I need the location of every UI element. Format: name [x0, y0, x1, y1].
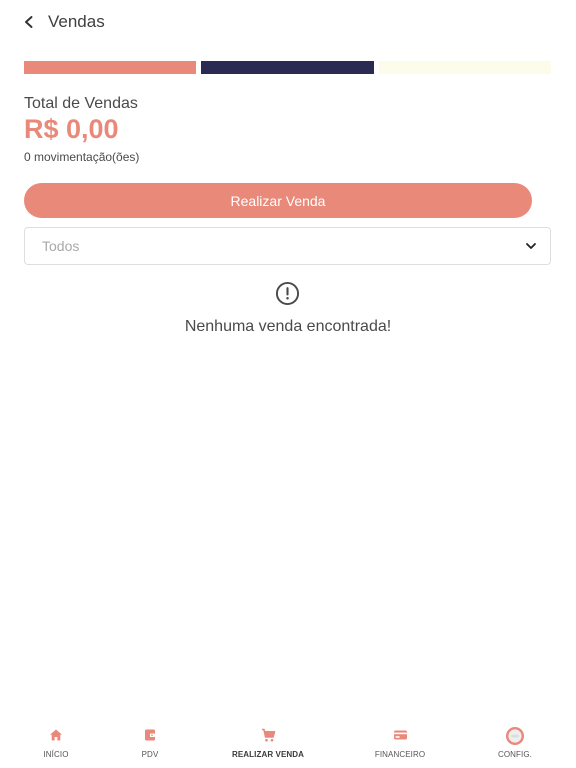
nav-item-config[interactable]: CONFIG.: [492, 718, 538, 759]
app-header: Vendas: [0, 0, 576, 46]
filter-select[interactable]: Todos: [24, 227, 551, 265]
avatar-icon: [506, 727, 524, 745]
cart-icon: [261, 728, 275, 741]
movements-count: 0 movimentação(ões): [24, 150, 140, 164]
credit-card-icon: [393, 730, 407, 740]
alert-circle-icon: [275, 281, 300, 306]
back-button[interactable]: [18, 11, 40, 33]
total-sales-label: Total de Vendas: [24, 95, 138, 112]
home-icon: [50, 729, 62, 741]
filter-selected-value: Todos: [42, 238, 80, 254]
color-bars: [24, 61, 551, 74]
nav-label-config: CONFIG.: [497, 750, 533, 759]
nav-item-inicio[interactable]: INÍCIO: [36, 718, 76, 759]
chevron-down-icon: [526, 243, 536, 249]
empty-state-message: Nenhuma venda encontrada!: [184, 318, 392, 335]
nav-label-realizar-venda: REALIZAR VENDA: [231, 750, 305, 759]
realizar-venda-button[interactable]: Realizar Venda: [24, 183, 532, 218]
nav-item-realizar-venda[interactable]: REALIZAR VENDA: [222, 718, 314, 759]
nav-item-pdv[interactable]: PDV: [130, 718, 170, 759]
total-sales-value: R$ 0,00: [24, 114, 119, 144]
chevron-left-icon: [25, 16, 33, 28]
color-bar-accent: [24, 61, 197, 74]
color-bar-navy: [201, 61, 374, 74]
wallet-icon: [145, 729, 155, 741]
nav-item-financeiro[interactable]: FINANCEIRO: [370, 718, 430, 759]
realizar-venda-label: Realizar Venda: [230, 192, 326, 209]
color-bar-cream: [378, 61, 551, 74]
page-title: Vendas: [48, 12, 105, 31]
bottom-navigation: INÍCIO PDV REALIZAR VENDA FINANCEIRO CON…: [0, 718, 576, 768]
nav-label-inicio: INÍCIO: [43, 750, 69, 759]
nav-label-pdv: PDV: [141, 750, 159, 759]
nav-label-financeiro: FINANCEIRO: [374, 750, 426, 759]
